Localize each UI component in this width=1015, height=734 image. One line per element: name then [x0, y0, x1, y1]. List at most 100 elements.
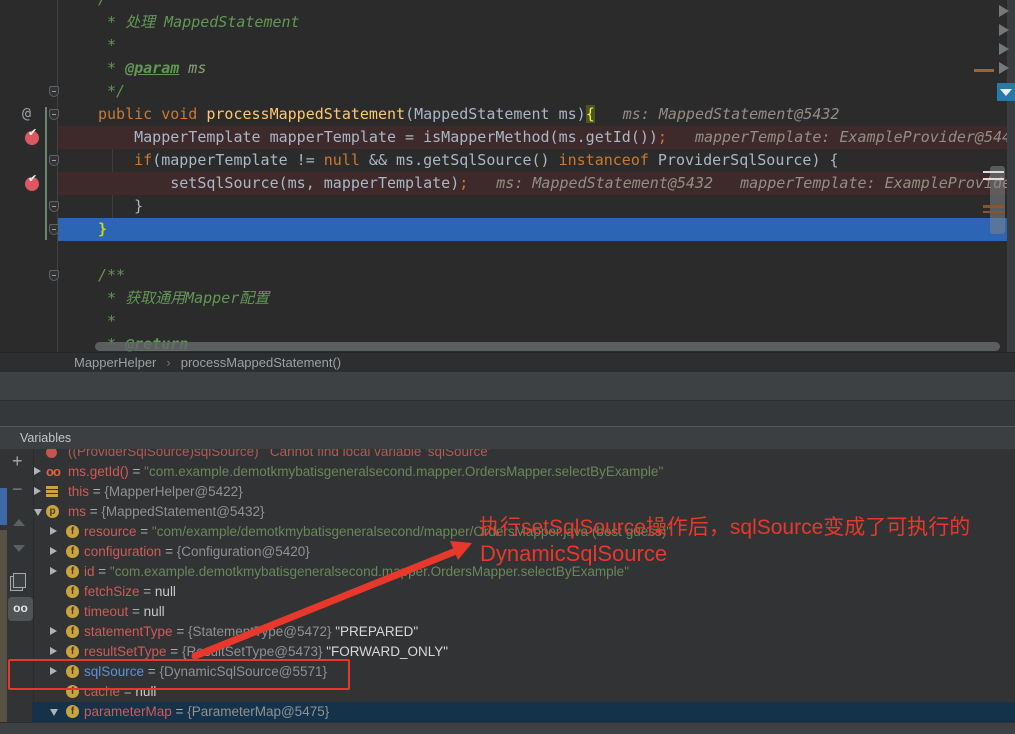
stripe-warning-mark[interactable] — [974, 69, 994, 72]
duplicate-icon[interactable] — [13, 573, 26, 588]
variable-name: timeout — [84, 604, 128, 619]
variable-value: null — [144, 604, 165, 619]
field-icon: f — [66, 645, 79, 658]
code-token: public — [98, 105, 152, 123]
annotation-text-line1: 执行setSqlSource操作后，sqlSource变成了可执行的 — [479, 511, 970, 541]
show-watches-toggle[interactable]: oo — [8, 597, 33, 621]
code-token: /** — [98, 266, 125, 284]
code-token: if — [134, 151, 152, 169]
breakpoint-icon[interactable]: ✔ — [25, 131, 39, 145]
stripe-mark — [983, 211, 1004, 213]
parameter-icon: p — [46, 505, 59, 518]
variable-value: {Configuration@5420} — [177, 544, 310, 559]
debugger-inline-hint: ms: MappedStatement@5432 mapperTemplate:… — [496, 174, 1015, 192]
variable-name: parameterMap — [84, 704, 172, 719]
variables-title: Variables — [20, 431, 71, 445]
collapsed-panel-arrow-icon[interactable] — [999, 43, 1009, 55]
code-line: * 处理 MappedStatement — [0, 11, 1015, 34]
code-token: null — [324, 151, 360, 169]
variable-value: {ParameterMap@5475} — [187, 704, 329, 719]
chevron-right-icon[interactable] — [34, 487, 41, 495]
variable-text: this = {MapperHelper@5422} — [68, 482, 243, 502]
fold-marker-icon[interactable] — [49, 155, 59, 166]
code-token: * — [98, 312, 116, 330]
variable-value: "PREPARED" — [335, 624, 418, 639]
stripe-mark — [983, 178, 1004, 180]
code-token: ; — [459, 174, 468, 192]
code-token: * — [98, 59, 125, 77]
fold-marker-icon[interactable] — [49, 109, 59, 120]
breakpoint-icon[interactable]: ✔ — [25, 177, 39, 191]
equals-sign: = — [86, 504, 101, 519]
collapsed-panel-arrow-icon[interactable] — [999, 5, 1009, 17]
fold-marker-icon[interactable] — [49, 270, 59, 281]
chevron-right-icon[interactable] — [50, 527, 57, 535]
collapsed-panel-arrow-icon[interactable] — [999, 24, 1009, 36]
code-token: (mapperTemplate != — [152, 151, 324, 169]
breadcrumb-item-class[interactable]: MapperHelper — [74, 355, 156, 370]
code-line: } — [0, 218, 1015, 241]
editor-horizontal-scrollbar[interactable] — [95, 342, 1000, 351]
code-line: * @param ms — [0, 57, 1015, 80]
fold-marker-icon[interactable] — [49, 86, 59, 97]
equals-sign: = — [129, 464, 144, 479]
variable-row[interactable]: ftimeout = null — [0, 602, 1015, 622]
equals-sign: = — [161, 544, 176, 559]
variable-text: parameterMap = {ParameterMap@5475} — [84, 702, 329, 722]
code-line: } — [0, 195, 1015, 218]
scroll-down-button[interactable] — [997, 83, 1015, 101]
breadcrumb-separator-icon: › — [166, 355, 170, 370]
equals-sign: = — [128, 604, 143, 619]
variable-value: "com.example.demotkmybatisgeneralsecond.… — [144, 464, 663, 479]
annotation-marker-icon: @ — [22, 104, 42, 124]
code-token — [152, 105, 161, 123]
chevron-right-icon[interactable] — [50, 627, 57, 635]
equals-sign — [259, 449, 270, 459]
scrollbar-mark — [0, 488, 7, 525]
field-icon: f — [66, 585, 79, 598]
variable-value: {StatementType@5472} — [188, 624, 335, 639]
code-token: } — [98, 220, 107, 238]
variable-row[interactable]: this = {MapperHelper@5422} — [0, 482, 1015, 502]
chevron-down-icon[interactable] — [34, 509, 42, 516]
code-token: (MappedStatement ms) — [405, 105, 586, 123]
code-token: * — [98, 36, 116, 54]
variable-text: ms = {MappedStatement@5432} — [68, 502, 264, 522]
chevron-right-icon[interactable] — [50, 567, 57, 575]
move-up-icon[interactable] — [13, 519, 25, 526]
variable-row[interactable]: ooms.getId() = "com.example.demotkmybati… — [0, 462, 1015, 482]
variable-name: statementType — [84, 624, 173, 639]
chevron-down-icon[interactable] — [50, 709, 58, 716]
editor-vertical-scrollbar[interactable] — [990, 166, 1005, 234]
variable-name: resultSetType — [84, 644, 167, 659]
chevron-right-icon[interactable] — [50, 547, 57, 555]
variable-name: ((ProviderSqlSource)sqlSource) — [68, 449, 259, 459]
collapsed-panel-arrow-icon[interactable] — [999, 62, 1009, 74]
chevron-right-icon[interactable] — [34, 467, 41, 475]
field-icon: f — [66, 565, 79, 578]
equals-sign: = — [173, 624, 188, 639]
this-icon — [46, 486, 58, 489]
checkmark-icon: ✔ — [28, 126, 37, 139]
equals-sign: = — [172, 704, 187, 719]
variable-row[interactable]: ((ProviderSqlSource)sqlSource) Cannot fi… — [0, 449, 1015, 462]
fold-marker-icon[interactable] — [49, 201, 59, 212]
variable-row[interactable]: fstatementType = {StatementType@5472} "P… — [0, 622, 1015, 642]
code-line: /** — [0, 0, 1015, 11]
breadcrumb-item-method[interactable]: processMappedStatement() — [181, 355, 341, 370]
chevron-right-icon[interactable] — [50, 647, 57, 655]
code-token: ms — [179, 59, 206, 77]
variable-row[interactable]: fparameterMap = {ParameterMap@5475} — [0, 702, 1015, 722]
variables-panel: ((ProviderSqlSource)sqlSource) Cannot fi… — [0, 449, 1015, 722]
variable-text: ms.getId() = "com.example.demotkmybatisg… — [68, 462, 663, 482]
variable-row[interactable]: ffetchSize = null — [0, 582, 1015, 602]
stripe-mark — [983, 205, 1004, 208]
equals-sign: = — [137, 524, 152, 539]
fold-marker-icon[interactable] — [49, 224, 59, 235]
add-watch-button[interactable]: + — [12, 451, 23, 472]
code-token: && ms.getSqlSource() — [360, 151, 559, 169]
code-token: void — [161, 105, 197, 123]
scrollbar-track[interactable] — [0, 530, 7, 722]
move-down-icon[interactable] — [13, 545, 25, 552]
remove-watch-button[interactable]: − — [12, 479, 23, 500]
